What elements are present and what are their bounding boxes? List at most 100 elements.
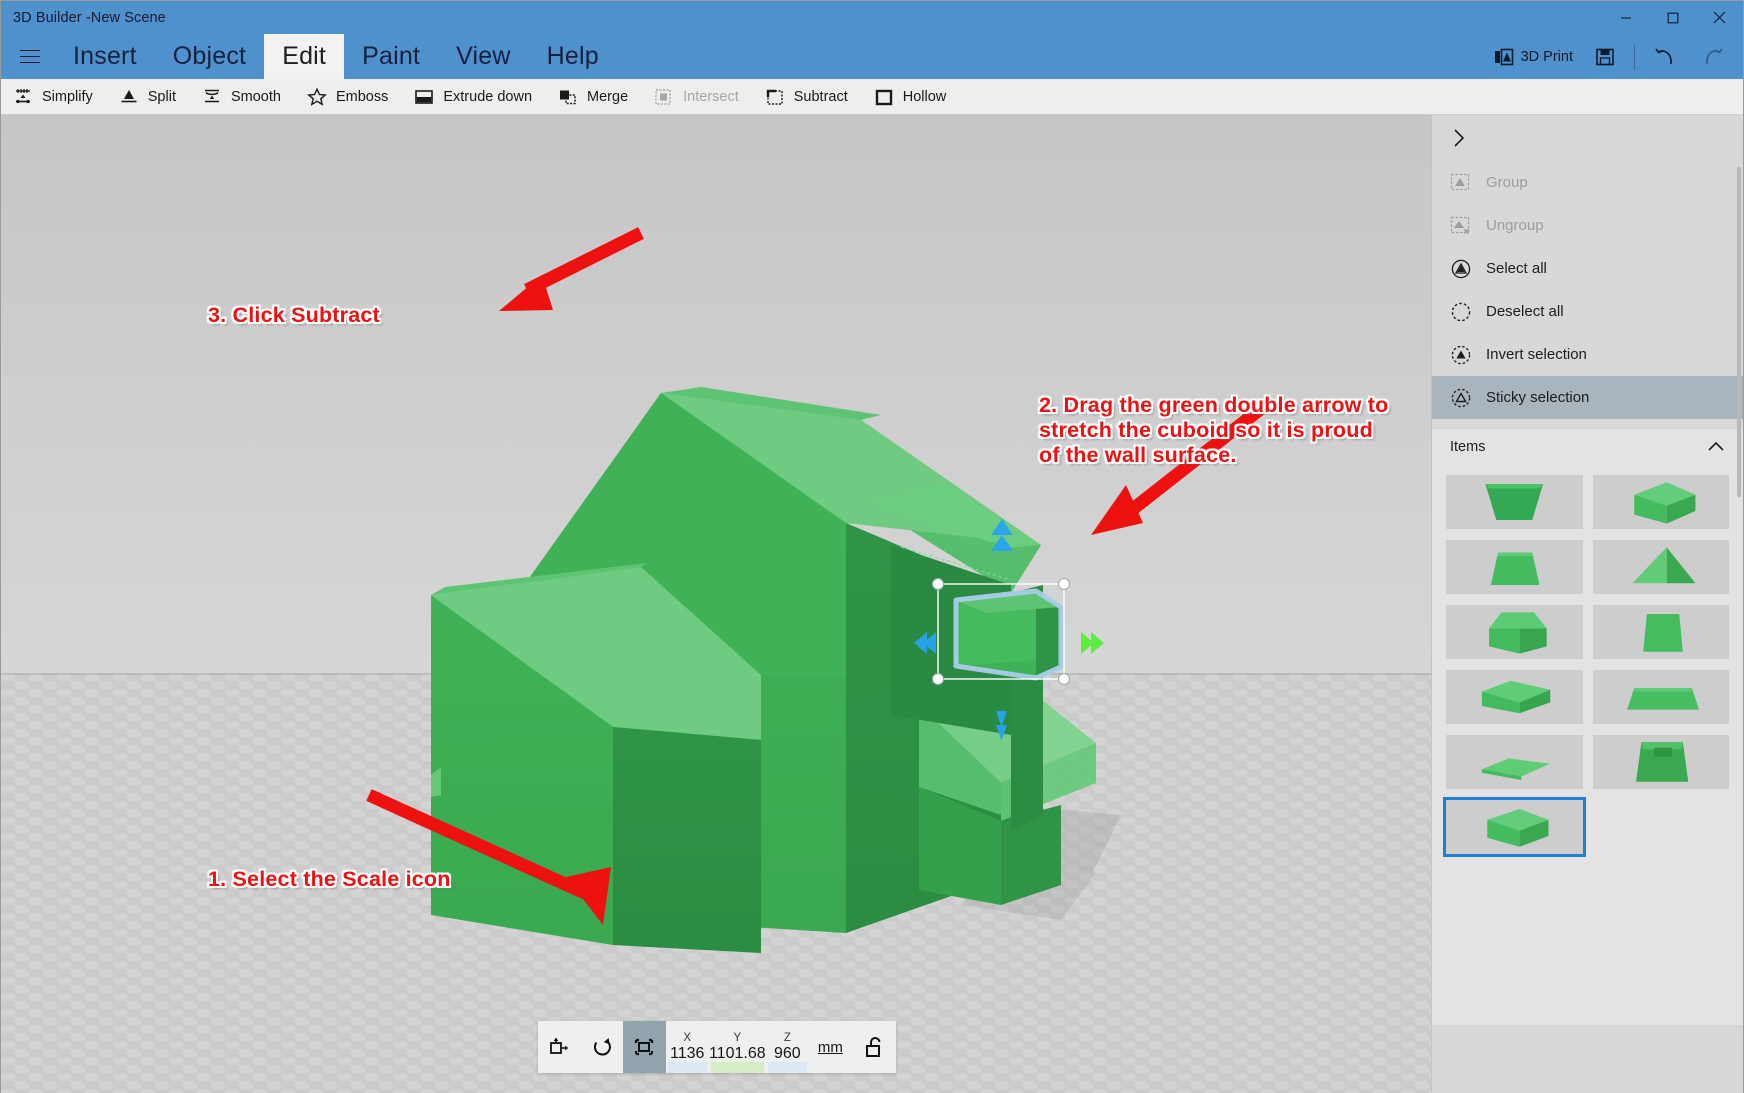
items-section-header[interactable]: Items [1432,429,1743,465]
split-icon [121,89,137,102]
scale-y-field[interactable]: Y 1101.68 [709,1021,766,1073]
smooth-icon [204,89,219,102]
scale-handle-right-green [1081,632,1104,654]
item-thumbnail-selected-cuboid[interactable] [1443,797,1586,857]
tab-view[interactable]: View [438,34,529,79]
toolbar-separator [1634,43,1635,70]
menu-button[interactable] [9,34,51,79]
subtract-icon [766,89,783,105]
close-button[interactable] [1696,1,1743,34]
ribbon-actions: 3D Print [1483,34,1735,79]
arrow-to-subtract [499,227,644,311]
redo-button[interactable] [1689,34,1735,79]
tab-insert[interactable]: Insert [55,34,155,79]
tab-paint[interactable]: Paint [344,34,438,79]
scale-tool-button[interactable] [623,1021,666,1073]
thumb-shape-low-slab [1626,688,1699,710]
sidebar-label-ungroup: Ungroup [1486,217,1544,234]
scale-icon [635,1038,654,1056]
hollow-button[interactable]: Hollow [862,79,961,115]
scale-z-fill [767,1062,808,1073]
scale-y-fill [710,1062,764,1073]
thumb-shape-small-trapezoid [1490,552,1540,585]
scale-z-label: Z [783,1031,791,1044]
emboss-star-icon [307,87,327,106]
merge-label: Merge [587,88,629,105]
item-thumbnail-trapezoid-wall[interactable] [1446,475,1583,529]
smooth-button[interactable]: Smooth [190,79,295,115]
ribbon-bar: Insert Object Edit Paint View Help 3D Pr… [1,34,1743,79]
scale-z-value: 960 [774,1044,801,1062]
scale-z-field[interactable]: Z 960 [766,1021,809,1073]
right-panel: Group Ungroup Select all Deselect all In… [1431,115,1743,1093]
save-button[interactable] [1584,34,1626,79]
item-thumbnail-wide-box[interactable] [1446,670,1583,724]
item-thumbnail-flat-wall[interactable] [1592,605,1729,659]
simplify-icon [16,88,30,103]
merge-button[interactable]: Merge [546,79,642,115]
rotate-tool-button[interactable] [581,1021,624,1073]
sidebar-item-deselect-all[interactable]: Deselect all [1432,290,1743,333]
hollow-label: Hollow [902,88,947,105]
scale-x-value: 1136 [670,1044,705,1062]
simplify-button[interactable]: Simplify [1,79,107,115]
maximize-icon [1667,12,1678,23]
item-thumbnail-gable-block[interactable] [1446,605,1583,659]
scale-x-field[interactable]: X 1136 [666,1021,709,1073]
scale-x-label: X [683,1031,692,1044]
split-label: Split [147,88,176,105]
3d-print-button[interactable]: 3D Print [1483,34,1584,79]
undo-button[interactable] [1643,34,1689,79]
unit-selector[interactable]: mm [809,1021,852,1073]
sidebar-item-group[interactable]: Group [1432,161,1743,204]
split-button[interactable]: Split [107,79,190,115]
chevron-up-icon [1708,441,1724,451]
panel-collapse-button[interactable] [1432,115,1743,161]
tab-object[interactable]: Object [155,34,264,79]
sidebar-item-sticky-selection[interactable]: Sticky selection [1432,376,1743,419]
simplify-label: Simplify [42,88,93,105]
thumb-shape-trapezoid-wall [1485,484,1544,520]
sidebar-item-ungroup[interactable]: Ungroup [1432,204,1743,247]
items-scrollbar[interactable] [1737,167,1741,497]
extrude-down-label: Extrude down [443,88,533,105]
tab-help[interactable]: Help [529,34,617,79]
scene-svg [366,227,1268,953]
3d-viewport[interactable]: 3. Click Subtract 2. Drag the green doub… [1,115,1433,1093]
item-thumbnail-pyramid-roof[interactable] [1592,540,1729,594]
rotate-icon [593,1038,611,1056]
maximize-button[interactable] [1649,1,1696,34]
sidebar-item-select-all[interactable]: Select all [1432,247,1743,290]
subtract-button[interactable]: Subtract [753,79,862,115]
item-thumbnail-small-trapezoid[interactable] [1446,540,1583,594]
item-thumbnail-low-slab[interactable] [1592,670,1729,724]
sidebar-label-invert-selection: Invert selection [1486,346,1587,363]
undo-icon [1655,47,1672,64]
sidebar-item-invert-selection[interactable]: Invert selection [1432,333,1743,376]
item-thumbnail-thin-plate[interactable] [1446,735,1583,789]
transform-toolbar: X 1136 Y 1101.68 Z 960 mm [538,1021,896,1073]
minimize-button[interactable] [1602,1,1649,34]
minimize-icon [1620,16,1631,19]
callout-select-scale-icon: 1. Select the Scale icon [208,867,451,891]
items-thumbnail-grid [1432,465,1743,1025]
move-icon [550,1037,569,1054]
item-thumbnail-cuboid[interactable] [1592,475,1729,529]
aspect-lock-button[interactable] [852,1021,896,1073]
extrude-down-button[interactable]: Extrude down [402,79,546,115]
scale-y-label: Y [733,1031,742,1044]
item-thumbnail-chimney-box[interactable] [1592,735,1729,789]
intersect-button[interactable]: Intersect [642,79,753,115]
group-icon [1450,173,1470,190]
emboss-button[interactable]: Emboss [295,79,402,115]
items-title: Items [1450,439,1486,455]
callout-drag-green-arrow: 2. Drag the green double arrow to stretc… [1039,393,1389,467]
sidebar-label-group: Group [1486,174,1528,191]
sidebar-label-sticky-selection: Sticky selection [1486,389,1590,406]
ribbon-tabs: Insert Object Edit Paint View Help [55,34,617,79]
tab-edit[interactable]: Edit [264,34,345,79]
sticky-selection-icon [1451,388,1471,407]
merge-icon [560,90,576,104]
thumb-shape-wide-box [1481,680,1551,714]
move-tool-button[interactable] [538,1021,581,1073]
